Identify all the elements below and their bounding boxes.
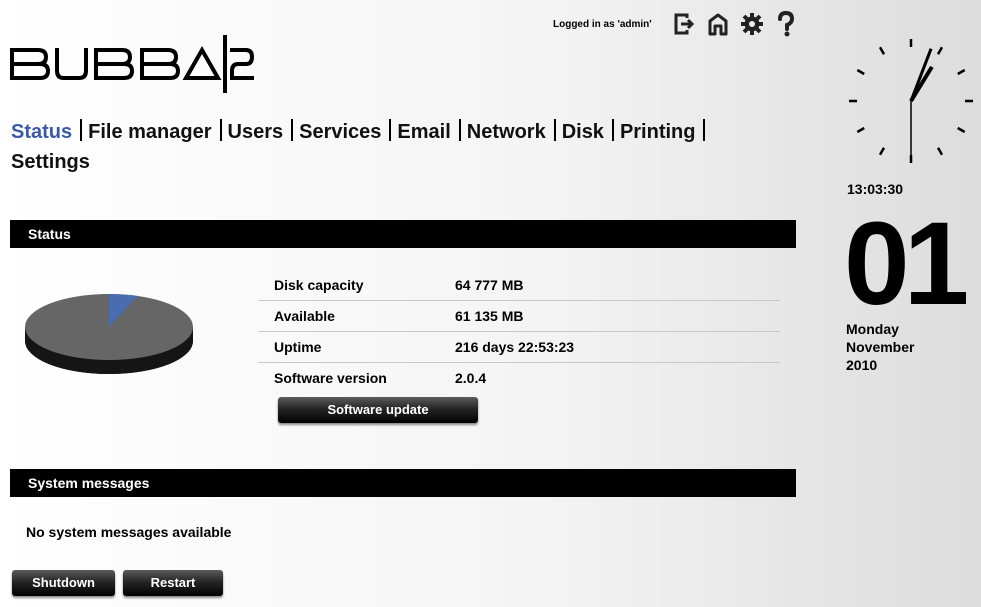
bubba-logo (10, 34, 255, 94)
calendar-month: November (846, 339, 915, 355)
status-info-table: Disk capacity 64 777 MB Available 61 135… (258, 270, 780, 393)
calendar-weekday: Monday (846, 321, 899, 337)
nav-separator (219, 119, 222, 141)
table-row: Available 61 135 MB (258, 300, 780, 332)
disk-capacity-label: Disk capacity (258, 270, 440, 301)
nav-separator (553, 119, 556, 141)
software-version-label: Software version (274, 370, 387, 386)
top-bar: Logged in as 'admin' (540, 10, 798, 38)
table-row: Software version 2.0.4 (258, 363, 780, 394)
nav-status[interactable]: Status (11, 117, 72, 147)
clock-hour-tick (936, 46, 944, 55)
uptime-value: 216 days 22:53:23 (440, 331, 780, 363)
nav-separator (703, 119, 706, 141)
nav-network[interactable]: Network (467, 117, 546, 147)
nav-users[interactable]: Users (228, 117, 284, 147)
home-icon[interactable] (706, 12, 730, 36)
clock-hour-tick (936, 147, 944, 156)
calendar-year: 2010 (846, 357, 878, 373)
clock-hour-tick (878, 147, 886, 156)
nav-printing[interactable]: Printing (620, 117, 696, 147)
available-label: Available (258, 300, 440, 332)
table-row: Uptime 216 days 22:53:23 (258, 331, 780, 363)
clock-hour-tick (957, 68, 966, 76)
system-messages-empty-text: No system messages available (26, 524, 232, 540)
nav-separator (611, 119, 614, 141)
shutdown-button[interactable]: Shutdown (12, 570, 115, 596)
analog-clock (848, 38, 974, 164)
nav-separator (291, 119, 294, 141)
logged-in-label: Logged in as 'admin' (553, 18, 652, 30)
nav-separator (389, 119, 392, 141)
nav-separator (80, 119, 83, 141)
status-section-header: Status (10, 220, 796, 248)
clock-hour-tick (856, 68, 865, 76)
clock-hour-tick (878, 46, 886, 55)
logout-icon[interactable] (672, 12, 696, 36)
nav-separator (458, 119, 461, 141)
clock-hour-tick (957, 126, 966, 134)
restart-button[interactable]: Restart (123, 570, 223, 596)
software-update-button[interactable]: Software update (278, 397, 478, 423)
table-row: Disk capacity 64 777 MB (258, 270, 780, 301)
nav-settings[interactable]: Settings (11, 147, 90, 177)
settings-gear-icon[interactable] (740, 12, 764, 36)
software-version-value: 2.0.4 (455, 370, 487, 386)
help-icon[interactable] (774, 11, 798, 37)
digital-clock-time: 13:03:30 (847, 181, 904, 197)
disk-usage-pie-chart (24, 288, 194, 383)
available-value: 61 135 MB (440, 300, 780, 332)
main-navigation: Status File manager Users Services Email Netw… (11, 117, 781, 177)
clock-hour-tick (856, 126, 865, 134)
nav-email[interactable]: Email (397, 117, 450, 147)
nav-services[interactable]: Services (299, 117, 381, 147)
disk-capacity-value: 64 777 MB (440, 270, 780, 301)
system-messages-header: System messages (10, 469, 796, 497)
nav-file-manager[interactable]: File manager (88, 117, 211, 147)
nav-disk[interactable]: Disk (562, 117, 604, 147)
calendar-day-number: 01 (844, 198, 969, 330)
uptime-label: Uptime (258, 331, 440, 363)
